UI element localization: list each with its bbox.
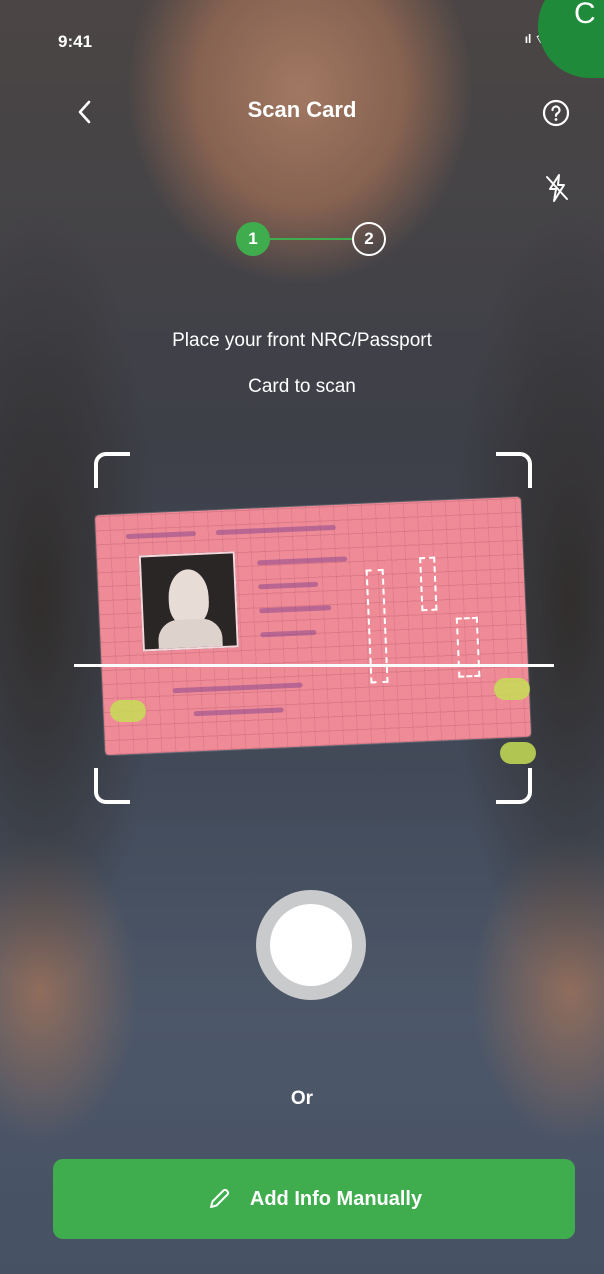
pencil-icon <box>209 1188 230 1208</box>
finger-nail <box>494 678 530 700</box>
question-circle-icon <box>542 99 570 127</box>
photo-body <box>157 617 223 649</box>
instruction-line-2: Card to scan <box>248 376 356 397</box>
finger-nail <box>500 742 536 764</box>
flash-off-icon <box>546 174 568 202</box>
capture-button[interactable] <box>256 890 366 1000</box>
detection-box <box>419 556 438 612</box>
progress-stepper: 1 2 <box>234 220 394 260</box>
id-card-preview <box>94 496 532 756</box>
frame-corner-bottom-right <box>496 768 532 804</box>
scan-line <box>74 664 554 667</box>
or-divider-label: Or <box>290 1088 314 1109</box>
add-info-manually-button[interactable]: Add Info Manually <box>53 1159 575 1239</box>
instruction-line-1: Place your front NRC/Passport <box>172 330 432 351</box>
page-title: Scan Card <box>247 97 357 122</box>
frame-corner-top-left <box>94 452 130 488</box>
step-1-indicator: 1 <box>236 222 270 256</box>
status-time: 9:41 <box>58 32 93 51</box>
frame-corner-top-right <box>496 452 532 488</box>
add-info-manually-label: Add Info Manually <box>249 1187 423 1210</box>
scan-card-screen: 9:41 ıl ⌔ C Scan Card 1 2 Place your fro… <box>0 0 604 1274</box>
finger-nail <box>110 700 146 722</box>
flash-toggle-button[interactable] <box>542 172 572 204</box>
help-button[interactable] <box>540 97 572 129</box>
detection-box <box>455 616 481 678</box>
capture-button-inner <box>270 904 352 986</box>
frame-corner-bottom-left <box>94 768 130 804</box>
scan-instruction: Place your front NRC/Passport Card to sc… <box>0 318 604 410</box>
photo-face <box>167 568 210 627</box>
card-photo <box>138 551 239 652</box>
stepper-connector <box>270 238 352 240</box>
scan-frame <box>94 452 536 804</box>
step-2-indicator: 2 <box>352 222 386 256</box>
